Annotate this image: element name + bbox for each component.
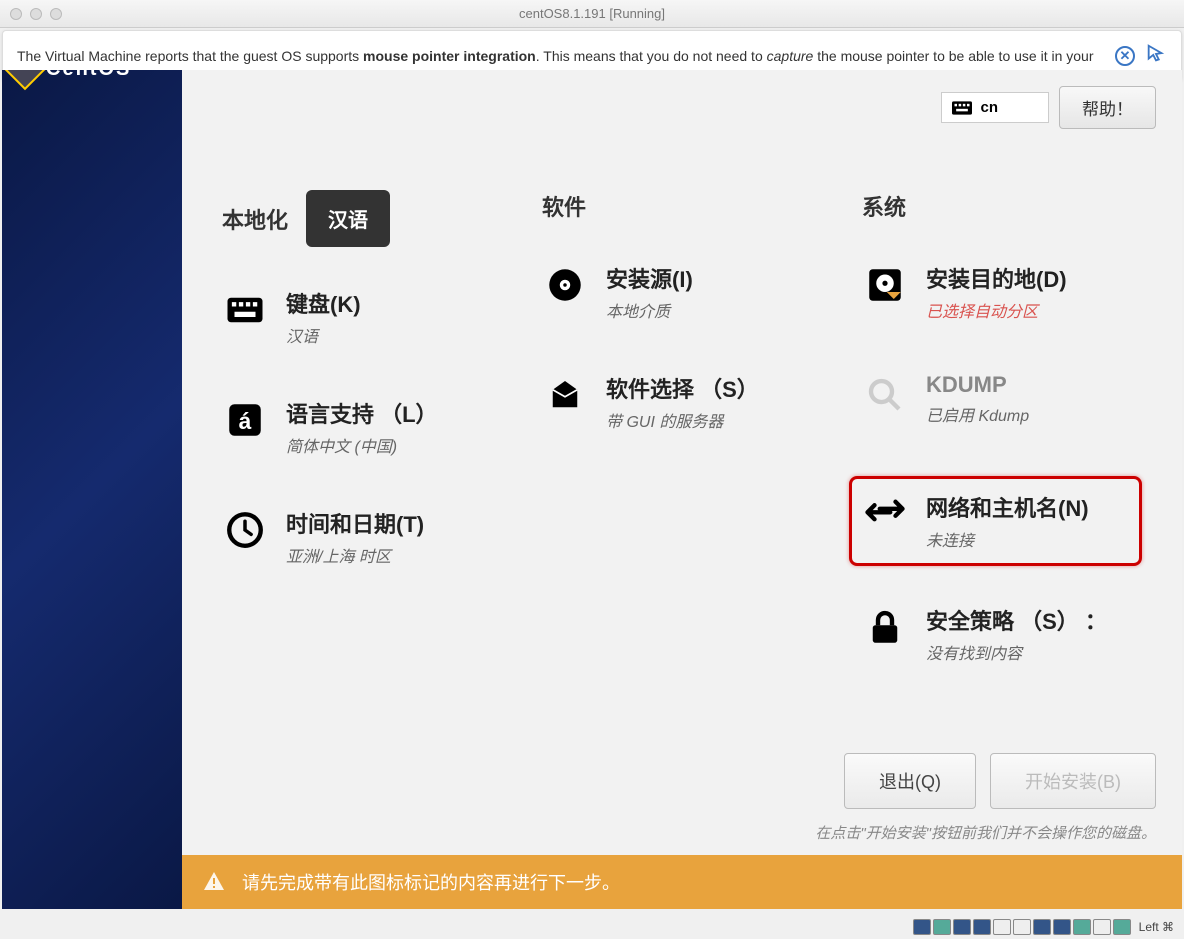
localization-column: 本地化 汉语 键盘(K) 汉语 á 语言支持 （L） 简体中文 (中国) 时间和日期… [222, 190, 502, 714]
system-column: 系统 安装目的地(D) 已选择自动分区 KDUMP 已启用 Kdump 网络和主机名… [862, 190, 1142, 714]
language-support-item[interactable]: á 语言支持 （L） 简体中文 (中国) [222, 397, 502, 457]
installer-sidebar: CentOS [2, 70, 182, 909]
keyboard-icon [222, 287, 268, 333]
clock-icon [222, 507, 268, 553]
source-sub: 本地介质 [606, 298, 693, 322]
window-titlebar: centOS8.1.191 [Running] [0, 0, 1184, 28]
warning-text: 请先完成带有此图标标记的内容再进行下一步。 [242, 869, 620, 895]
language-title: 语言支持 （L） [286, 397, 438, 429]
security-title: 安全策略 （S） ： [926, 604, 1107, 636]
installer-summary: 本地化 汉语 键盘(K) 汉语 á 语言支持 （L） 简体中文 (中国) 时间和日期… [182, 190, 1182, 829]
language-badge: 汉语 [306, 190, 390, 247]
install-source-item[interactable]: 安装源(I) 本地介质 [542, 262, 822, 322]
harddisk-icon [862, 262, 908, 308]
time-sub: 亚洲/上海 时区 [286, 543, 424, 567]
status-usb-icon[interactable] [973, 919, 991, 935]
close-info-button[interactable]: ✕ [1115, 46, 1135, 66]
network-arrows-icon [862, 491, 908, 537]
search-icon [862, 372, 908, 418]
software-sub: 带 GUI 的服务器 [606, 408, 759, 432]
system-heading: 系统 [862, 190, 1142, 222]
status-hd-icon[interactable] [913, 919, 931, 935]
keyboard-layout-indicator[interactable]: cn [941, 92, 1049, 123]
keyboard-sub: 汉语 [286, 323, 361, 347]
status-shared-icon[interactable] [993, 919, 1011, 935]
status-rec-icon[interactable] [1033, 919, 1051, 935]
install-destination-item[interactable]: 安装目的地(D) 已选择自动分区 [862, 262, 1142, 322]
package-icon [542, 372, 588, 418]
warning-icon [202, 870, 226, 894]
disc-icon [542, 262, 588, 308]
security-sub: 没有找到内容 [926, 640, 1107, 664]
status-net-icon[interactable] [953, 919, 971, 935]
help-button[interactable]: 帮助！ [1059, 86, 1156, 129]
begin-install-button[interactable]: 开始安装(B) [990, 753, 1156, 809]
centos-logo-text: CentOS [46, 70, 131, 81]
security-policy-item[interactable]: 安全策略 （S） ： 没有找到内容 [862, 604, 1142, 664]
info-message: The Virtual Machine reports that the gue… [17, 48, 1115, 64]
lock-icon [862, 604, 908, 650]
centos-logo-icon [4, 70, 46, 90]
svg-text:á: á [239, 408, 252, 434]
network-sub: 未连接 [926, 527, 1089, 551]
keyboard-item[interactable]: 键盘(K) 汉语 [222, 287, 502, 347]
pointer-icon [1145, 43, 1167, 68]
software-column: 软件 安装源(I) 本地介质 软件选择 （S） 带 GUI 的服务器 [542, 190, 822, 714]
kdump-item[interactable]: KDUMP 已启用 Kdump [862, 372, 1142, 426]
source-title: 安装源(I) [606, 262, 693, 294]
dest-sub: 已选择自动分区 [926, 298, 1067, 322]
time-title: 时间和日期(T) [286, 507, 424, 539]
status-clip-icon[interactable] [1093, 919, 1111, 935]
kdump-sub: 已启用 Kdump [926, 402, 1029, 426]
dest-title: 安装目的地(D) [926, 262, 1067, 294]
kdump-title: KDUMP [926, 372, 1029, 398]
keyboard-title: 键盘(K) [286, 287, 361, 319]
status-display-icon[interactable] [1013, 919, 1031, 935]
software-heading: 软件 [542, 190, 822, 222]
keyboard-icon [952, 100, 972, 116]
localization-heading: 本地化 汉语 [222, 190, 502, 247]
network-title: 网络和主机名(N) [926, 491, 1089, 523]
host-key-indicator: Left ⌘ [1139, 920, 1174, 934]
language-icon: á [222, 397, 268, 443]
status-cd-icon[interactable] [933, 919, 951, 935]
status-drag-icon[interactable] [1113, 919, 1131, 935]
network-hostname-item[interactable]: 网络和主机名(N) 未连接 [849, 476, 1142, 566]
language-sub: 简体中文 (中国) [286, 433, 438, 457]
software-selection-item[interactable]: 软件选择 （S） 带 GUI 的服务器 [542, 372, 822, 432]
vm-status-bar: Left ⌘ [913, 919, 1174, 935]
warning-bar: 请先完成带有此图标标记的内容再进行下一步。 [182, 855, 1182, 909]
footer-buttons: 退出(Q) 开始安装(B) [844, 753, 1156, 809]
footer-note: 在点击"开始安装"按钮前我们并不会操作您的磁盘。 [815, 822, 1156, 843]
window-title: centOS8.1.191 [Running] [0, 6, 1184, 21]
software-title: 软件选择 （S） [606, 372, 759, 404]
status-audio-icon[interactable] [1053, 919, 1071, 935]
quit-button[interactable]: 退出(Q) [844, 753, 976, 809]
centos-logo: CentOS [10, 70, 131, 84]
time-date-item[interactable]: 时间和日期(T) 亚洲/上海 时区 [222, 507, 502, 567]
status-vrde-icon[interactable] [1073, 919, 1091, 935]
vm-viewport: CentOS cn 帮助！ 本地化 汉语 键盘(K) 汉语 á [2, 70, 1182, 909]
